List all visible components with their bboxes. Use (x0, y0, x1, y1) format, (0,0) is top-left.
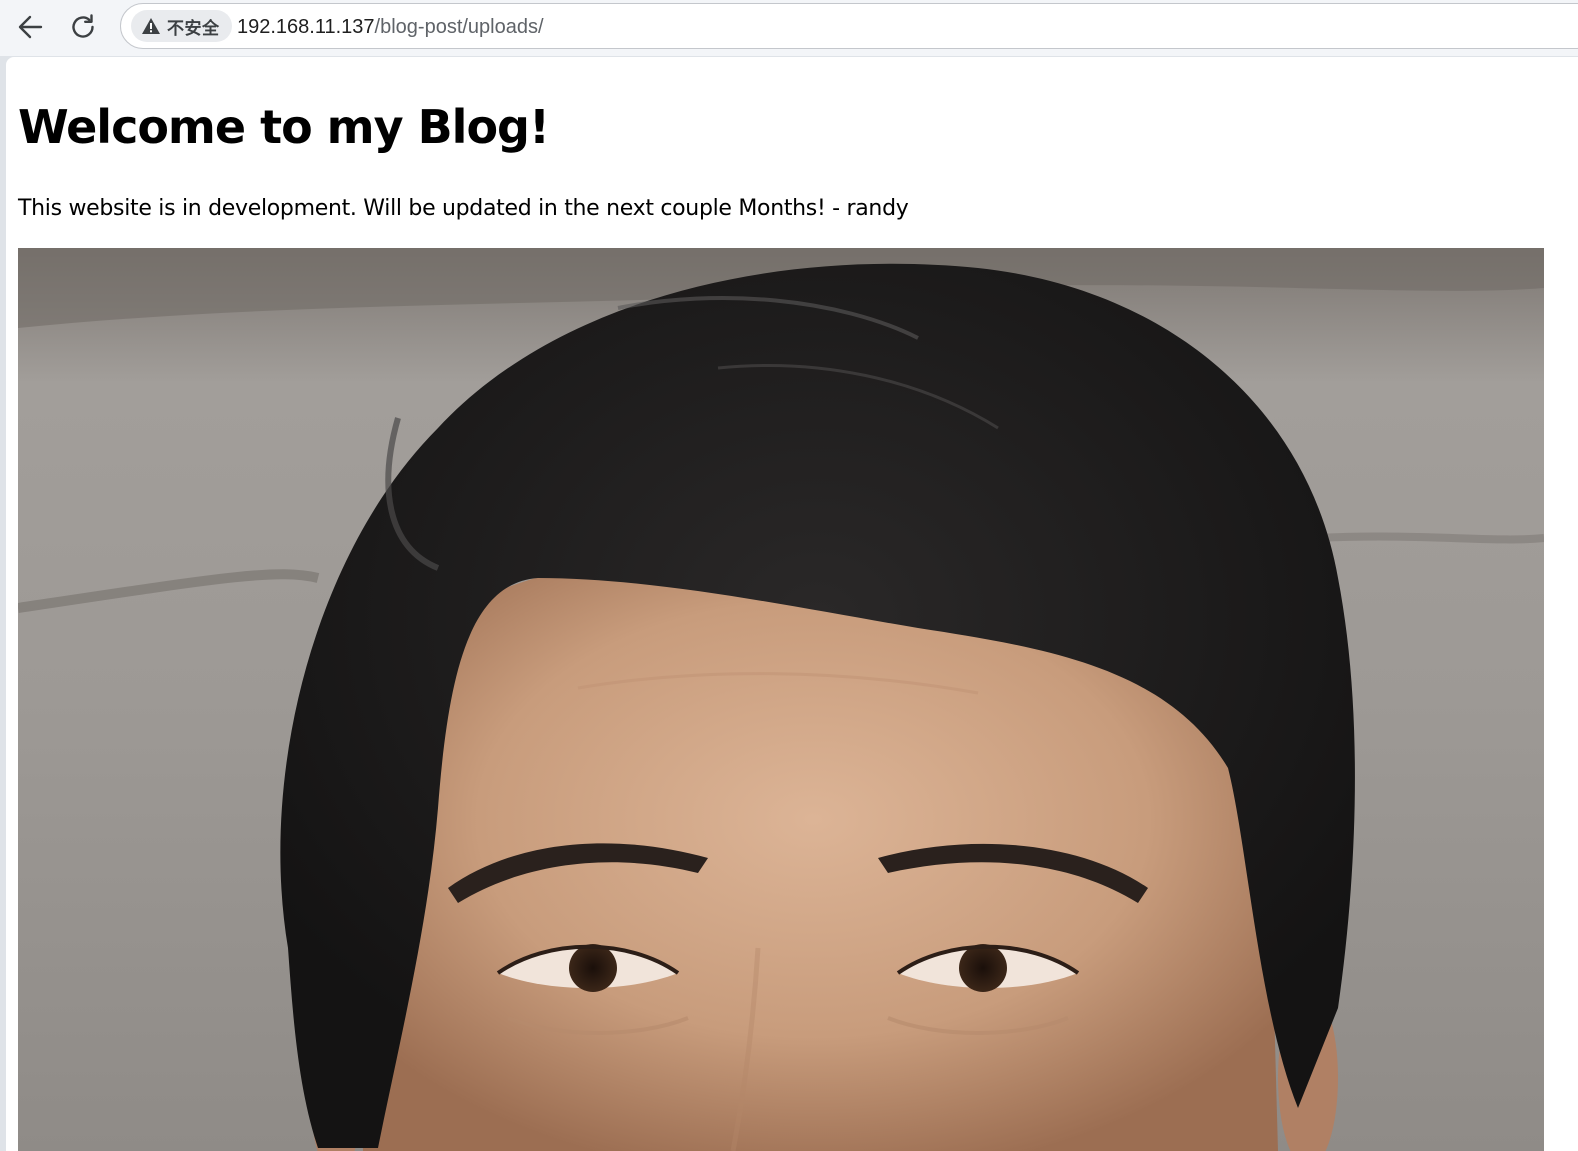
back-button[interactable] (11, 8, 49, 46)
security-indicator[interactable]: 不安全 (131, 10, 232, 42)
url-host: 192.168.11.137 (237, 16, 375, 38)
url-text[interactable]: 192.168.11.137/blog-post/uploads/ (237, 15, 544, 39)
url-path: /blog-post/uploads/ (374, 16, 544, 38)
reload-icon (68, 12, 98, 42)
reload-button[interactable] (64, 8, 102, 46)
browser-toolbar: 不安全 192.168.11.137/blog-post/uploads/ (0, 0, 1578, 56)
page-content: Welcome to my Blog! This website is in d… (6, 57, 1578, 1151)
portrait-photo (18, 248, 1544, 1151)
security-label: 不安全 (167, 18, 220, 39)
intro-paragraph: This website is in development. Will be … (18, 196, 909, 221)
page-title: Welcome to my Blog! (18, 100, 550, 154)
arrow-left-icon (15, 12, 45, 42)
address-bar[interactable]: 不安全 192.168.11.137/blog-post/uploads/ (120, 3, 1578, 49)
warning-triangle-icon (141, 17, 161, 35)
